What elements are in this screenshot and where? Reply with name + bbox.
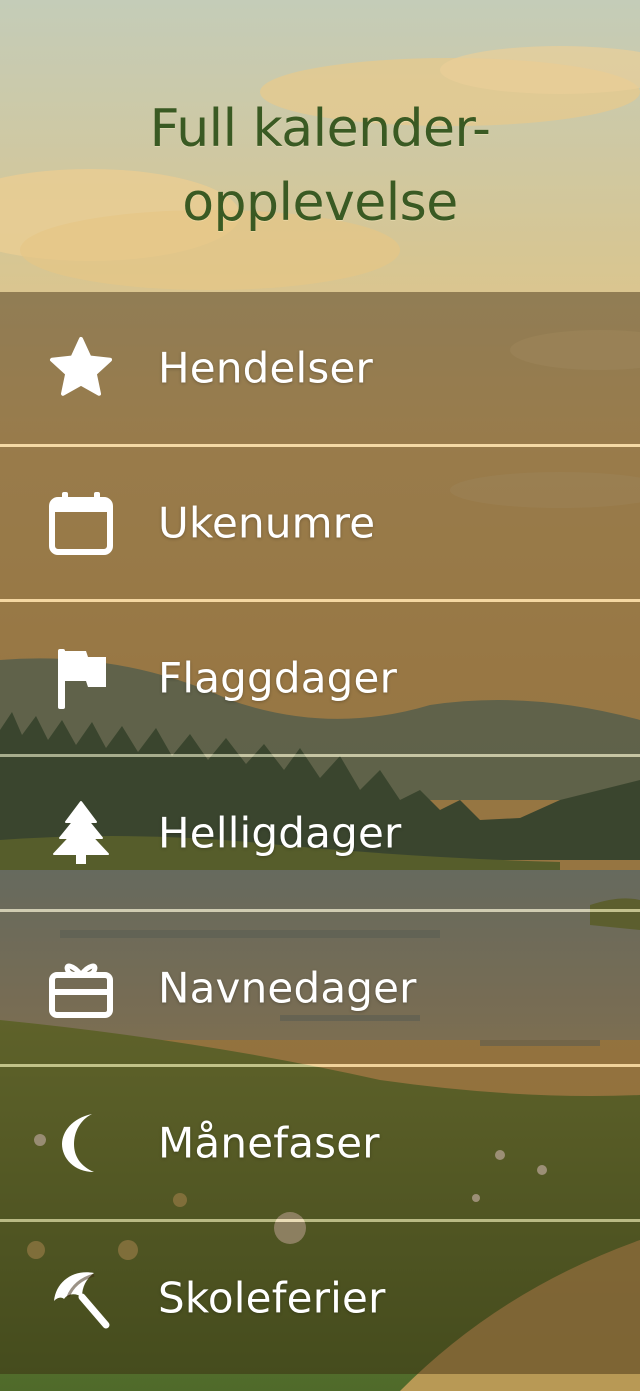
menu-item-hendelser[interactable]: Hendelser	[0, 292, 640, 444]
menu-item-label: Flaggdager	[158, 653, 398, 703]
menu-item-navnedager[interactable]: Navnedager	[0, 912, 640, 1064]
title-line-2: opplevelse	[182, 173, 458, 233]
moon-icon	[44, 1106, 118, 1180]
menu-item-ukenumre[interactable]: Ukenumre	[0, 447, 640, 599]
menu-item-label: Månefaser	[158, 1118, 380, 1168]
menu-item-label: Skoleferier	[158, 1273, 386, 1323]
feature-list: Hendelser Ukenumre Flaggdager Helligdage…	[0, 292, 640, 1374]
tree-icon	[44, 796, 118, 870]
menu-item-flaggdager[interactable]: Flaggdager	[0, 602, 640, 754]
menu-item-label: Helligdager	[158, 808, 402, 858]
menu-item-manefaser[interactable]: Månefaser	[0, 1067, 640, 1219]
star-icon	[44, 331, 118, 405]
page-title: Full kalender- opplevelse	[0, 92, 640, 240]
title-line-1: Full kalender-	[149, 99, 491, 159]
menu-item-label: Ukenumre	[158, 498, 376, 548]
gift-icon	[44, 951, 118, 1025]
calendar-icon	[44, 486, 118, 560]
umbrella-icon	[44, 1261, 118, 1335]
menu-item-skoleferier[interactable]: Skoleferier	[0, 1222, 640, 1374]
flag-icon	[44, 641, 118, 715]
menu-item-helligdager[interactable]: Helligdager	[0, 757, 640, 909]
menu-item-label: Hendelser	[158, 343, 373, 393]
menu-item-label: Navnedager	[158, 963, 417, 1013]
